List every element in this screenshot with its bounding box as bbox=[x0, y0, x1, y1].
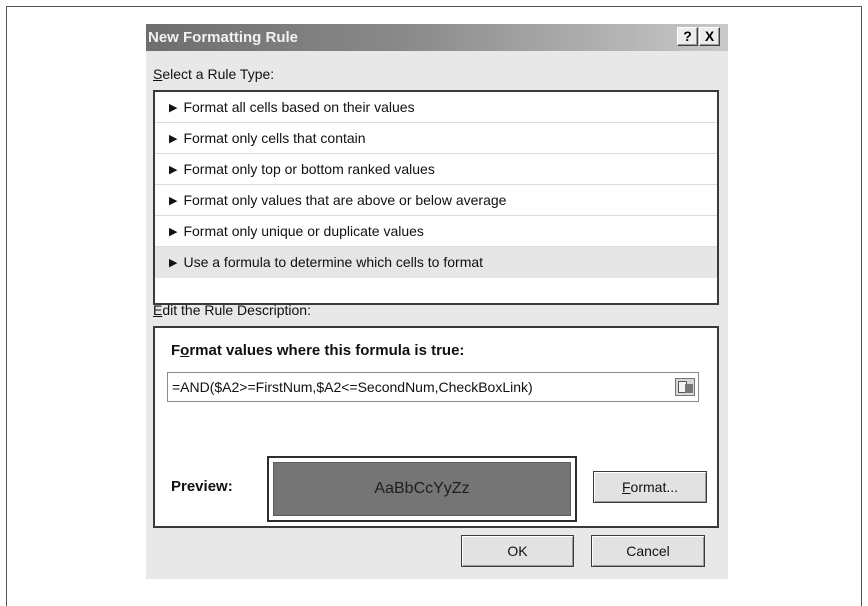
format-button-label: ormat... bbox=[630, 479, 679, 495]
triangle-right-icon: ▶ bbox=[169, 133, 178, 145]
rule-description-label-text: dit the Rule Description: bbox=[162, 302, 311, 318]
rule-type-item[interactable]: ▶ Format only values that are above or be… bbox=[155, 185, 717, 216]
collapse-icon-arrow bbox=[685, 384, 693, 393]
formula-input[interactable]: =AND($A2>=FirstNum,$A2<=SecondNum,CheckB… bbox=[167, 372, 699, 402]
rule-type-item-label: Format only cells that contain bbox=[183, 130, 366, 146]
rule-type-item[interactable]: ▶ Format all cells based on their values bbox=[155, 92, 717, 123]
triangle-right-icon: ▶ bbox=[169, 257, 178, 269]
rule-type-item-label: Format only values that are above or bel… bbox=[183, 192, 507, 208]
rule-description-label-accel: E bbox=[153, 302, 163, 318]
rule-type-item-label: Use a formula to determine which cells t… bbox=[183, 254, 484, 270]
ok-button[interactable]: OK bbox=[461, 535, 574, 567]
preview-label: Preview: bbox=[171, 478, 233, 495]
triangle-right-icon: ▶ bbox=[169, 164, 178, 176]
formula-heading-accel: o bbox=[180, 342, 190, 359]
rule-type-list[interactable]: ▶ Format all cells based on their values ▶… bbox=[153, 90, 719, 305]
rule-type-item-label: Format only top or bottom ranked values bbox=[183, 161, 435, 177]
rule-description-panel: Format values where this formula is true… bbox=[153, 326, 719, 528]
triangle-right-icon: ▶ bbox=[169, 102, 178, 114]
rule-type-label-text: elect a Rule Type: bbox=[162, 66, 275, 82]
formula-heading: Format values where this formula is true… bbox=[171, 342, 464, 359]
help-button[interactable]: ? bbox=[677, 27, 698, 46]
rule-type-item-label: Format all cells based on their values bbox=[183, 99, 415, 115]
rule-type-item[interactable]: ▶ Format only top or bottom ranked values bbox=[155, 154, 717, 185]
triangle-right-icon: ▶ bbox=[169, 226, 178, 238]
rule-type-item[interactable]: ▶ Format only cells that contain bbox=[155, 123, 717, 154]
preview-box: AaBbCcYyZz bbox=[267, 456, 577, 522]
cancel-button[interactable]: Cancel bbox=[591, 535, 705, 567]
format-button-accel: F bbox=[621, 479, 631, 495]
new-formatting-rule-dialog: New Formatting Rule ? X Select a Rule Ty… bbox=[146, 24, 728, 579]
triangle-right-icon: ▶ bbox=[169, 195, 178, 207]
preview-sample: AaBbCcYyZz bbox=[273, 462, 571, 516]
rule-type-item-label: Format only unique or duplicate values bbox=[183, 223, 424, 239]
title-bar: New Formatting Rule ? X bbox=[146, 24, 728, 51]
format-button[interactable]: Format... bbox=[593, 471, 707, 503]
formula-heading-text: rmat values where this formula is true: bbox=[189, 342, 465, 359]
rule-description-label: Edit the Rule Description: bbox=[153, 302, 311, 318]
rule-type-label-accel: S bbox=[153, 66, 163, 82]
rule-type-label: Select a Rule Type: bbox=[153, 66, 274, 82]
dialog-title: New Formatting Rule bbox=[148, 29, 299, 46]
collapse-dialog-icon[interactable] bbox=[675, 378, 695, 396]
formula-heading-pre: F bbox=[171, 342, 181, 359]
rule-type-item[interactable]: ▶ Format only unique or duplicate values bbox=[155, 216, 717, 247]
close-button[interactable]: X bbox=[699, 27, 720, 46]
rule-type-item[interactable]: ▶ Use a formula to determine which cells … bbox=[155, 247, 717, 278]
